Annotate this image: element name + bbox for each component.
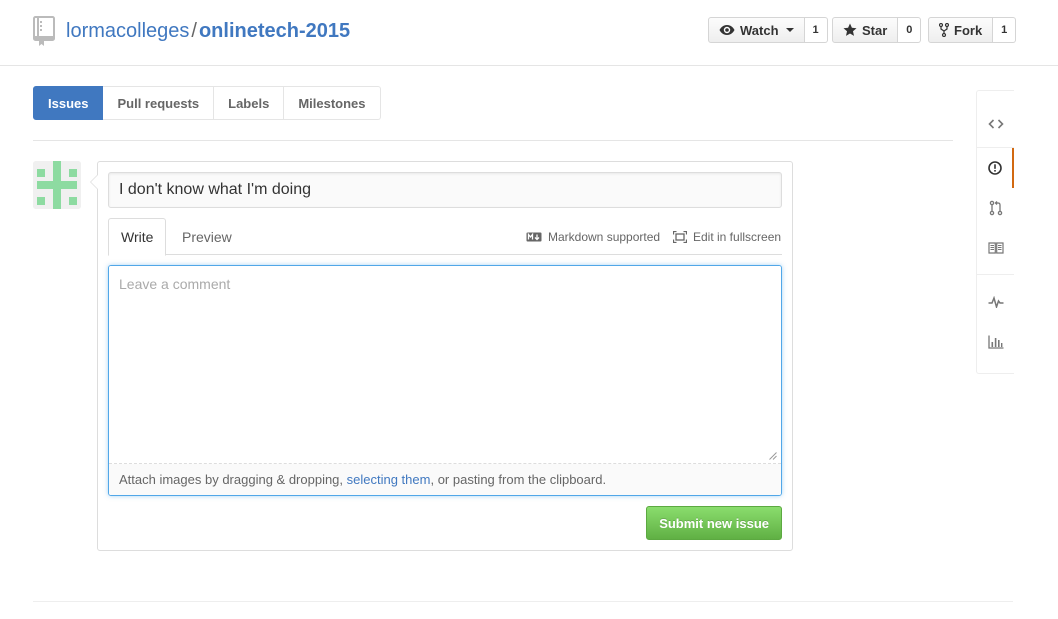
nav-issues[interactable]	[977, 148, 1014, 188]
drag-text-after: , or pasting from the clipboard.	[430, 472, 607, 487]
watch-action: Watch 1	[708, 17, 828, 43]
issue-icon	[987, 161, 1002, 175]
markdown-supported-link[interactable]: Markdown supported	[526, 230, 660, 244]
star-label: Star	[862, 22, 888, 38]
graph-icon	[987, 335, 1003, 349]
fork-button[interactable]: Fork	[928, 17, 994, 43]
fullscreen-label: Edit in fullscreen	[693, 230, 782, 244]
watch-button[interactable]: Watch	[708, 17, 805, 43]
fork-action: Fork 1	[928, 17, 1017, 43]
watch-count[interactable]: 1	[804, 17, 828, 43]
tab-preview[interactable]: Preview	[170, 218, 244, 255]
fork-count[interactable]: 1	[993, 17, 1017, 43]
pulse-icon	[988, 296, 1003, 308]
star-action: Star 0	[832, 17, 922, 43]
repo-header: lormacolleges / onlinetech-2015 Watch 1 St…	[0, 0, 1058, 66]
fullscreen-icon	[673, 231, 687, 243]
repo-title: lormacolleges / onlinetech-2015	[66, 19, 350, 43]
resize-handle-icon[interactable]	[769, 452, 777, 460]
star-count[interactable]: 0	[898, 17, 922, 43]
subnav-pull-requests[interactable]: Pull requests	[103, 86, 215, 120]
pull-request-icon	[989, 200, 1002, 216]
footer-divider	[33, 601, 1013, 602]
drag-and-drop-bar[interactable]: Attach images by dragging & dropping, se…	[109, 464, 781, 495]
issues-subnav: Issues Pull requests Labels Milestones	[33, 86, 381, 120]
issue-title-input[interactable]	[108, 172, 782, 208]
owner-link[interactable]: lormacolleges	[66, 20, 189, 42]
star-button[interactable]: Star	[832, 17, 899, 43]
repo-icon	[33, 16, 55, 46]
avatar[interactable]	[33, 161, 81, 209]
subnav-issues[interactable]: Issues	[33, 86, 104, 120]
subnav-milestones[interactable]: Milestones	[284, 86, 381, 120]
markdown-supported-label: Markdown supported	[548, 230, 661, 244]
watch-label: Watch	[740, 22, 779, 38]
code-icon	[987, 119, 1004, 129]
identicon	[33, 161, 81, 209]
write-area: Attach images by dragging & dropping, se…	[108, 265, 782, 496]
markdown-icon	[526, 232, 542, 242]
nav-pulse[interactable]	[977, 282, 1014, 322]
star-icon	[843, 23, 857, 36]
repo-sidebar-nav	[976, 90, 1014, 374]
fork-label: Fork	[954, 22, 983, 38]
path-separator: /	[191, 20, 197, 42]
wiki-icon	[987, 242, 1004, 254]
nav-pull-requests[interactable]	[977, 188, 1014, 228]
nav-graphs[interactable]	[977, 322, 1014, 362]
chevron-down-icon	[785, 28, 794, 32]
repo-name-link[interactable]: onlinetech-2015	[199, 20, 350, 42]
nav-divider	[977, 274, 1014, 275]
new-issue-form: Write Preview Markdown supported Edit in…	[90, 161, 793, 551]
subnav-divider	[33, 140, 953, 141]
eye-icon	[719, 25, 735, 35]
drag-text-before: Attach images by dragging & dropping,	[119, 472, 347, 487]
editor-tabs: Write Preview Markdown supported Edit in…	[108, 218, 782, 256]
nav-code[interactable]	[977, 104, 1014, 144]
fullscreen-link[interactable]: Edit in fullscreen	[673, 230, 781, 244]
fork-icon	[939, 23, 949, 37]
subnav-labels[interactable]: Labels	[214, 86, 285, 120]
submit-new-issue-button[interactable]: Submit new issue	[646, 506, 782, 540]
select-files-link[interactable]: selecting them	[347, 472, 431, 487]
tab-write[interactable]: Write	[108, 218, 167, 256]
nav-wiki[interactable]	[977, 228, 1014, 268]
comment-textarea[interactable]	[109, 266, 781, 464]
